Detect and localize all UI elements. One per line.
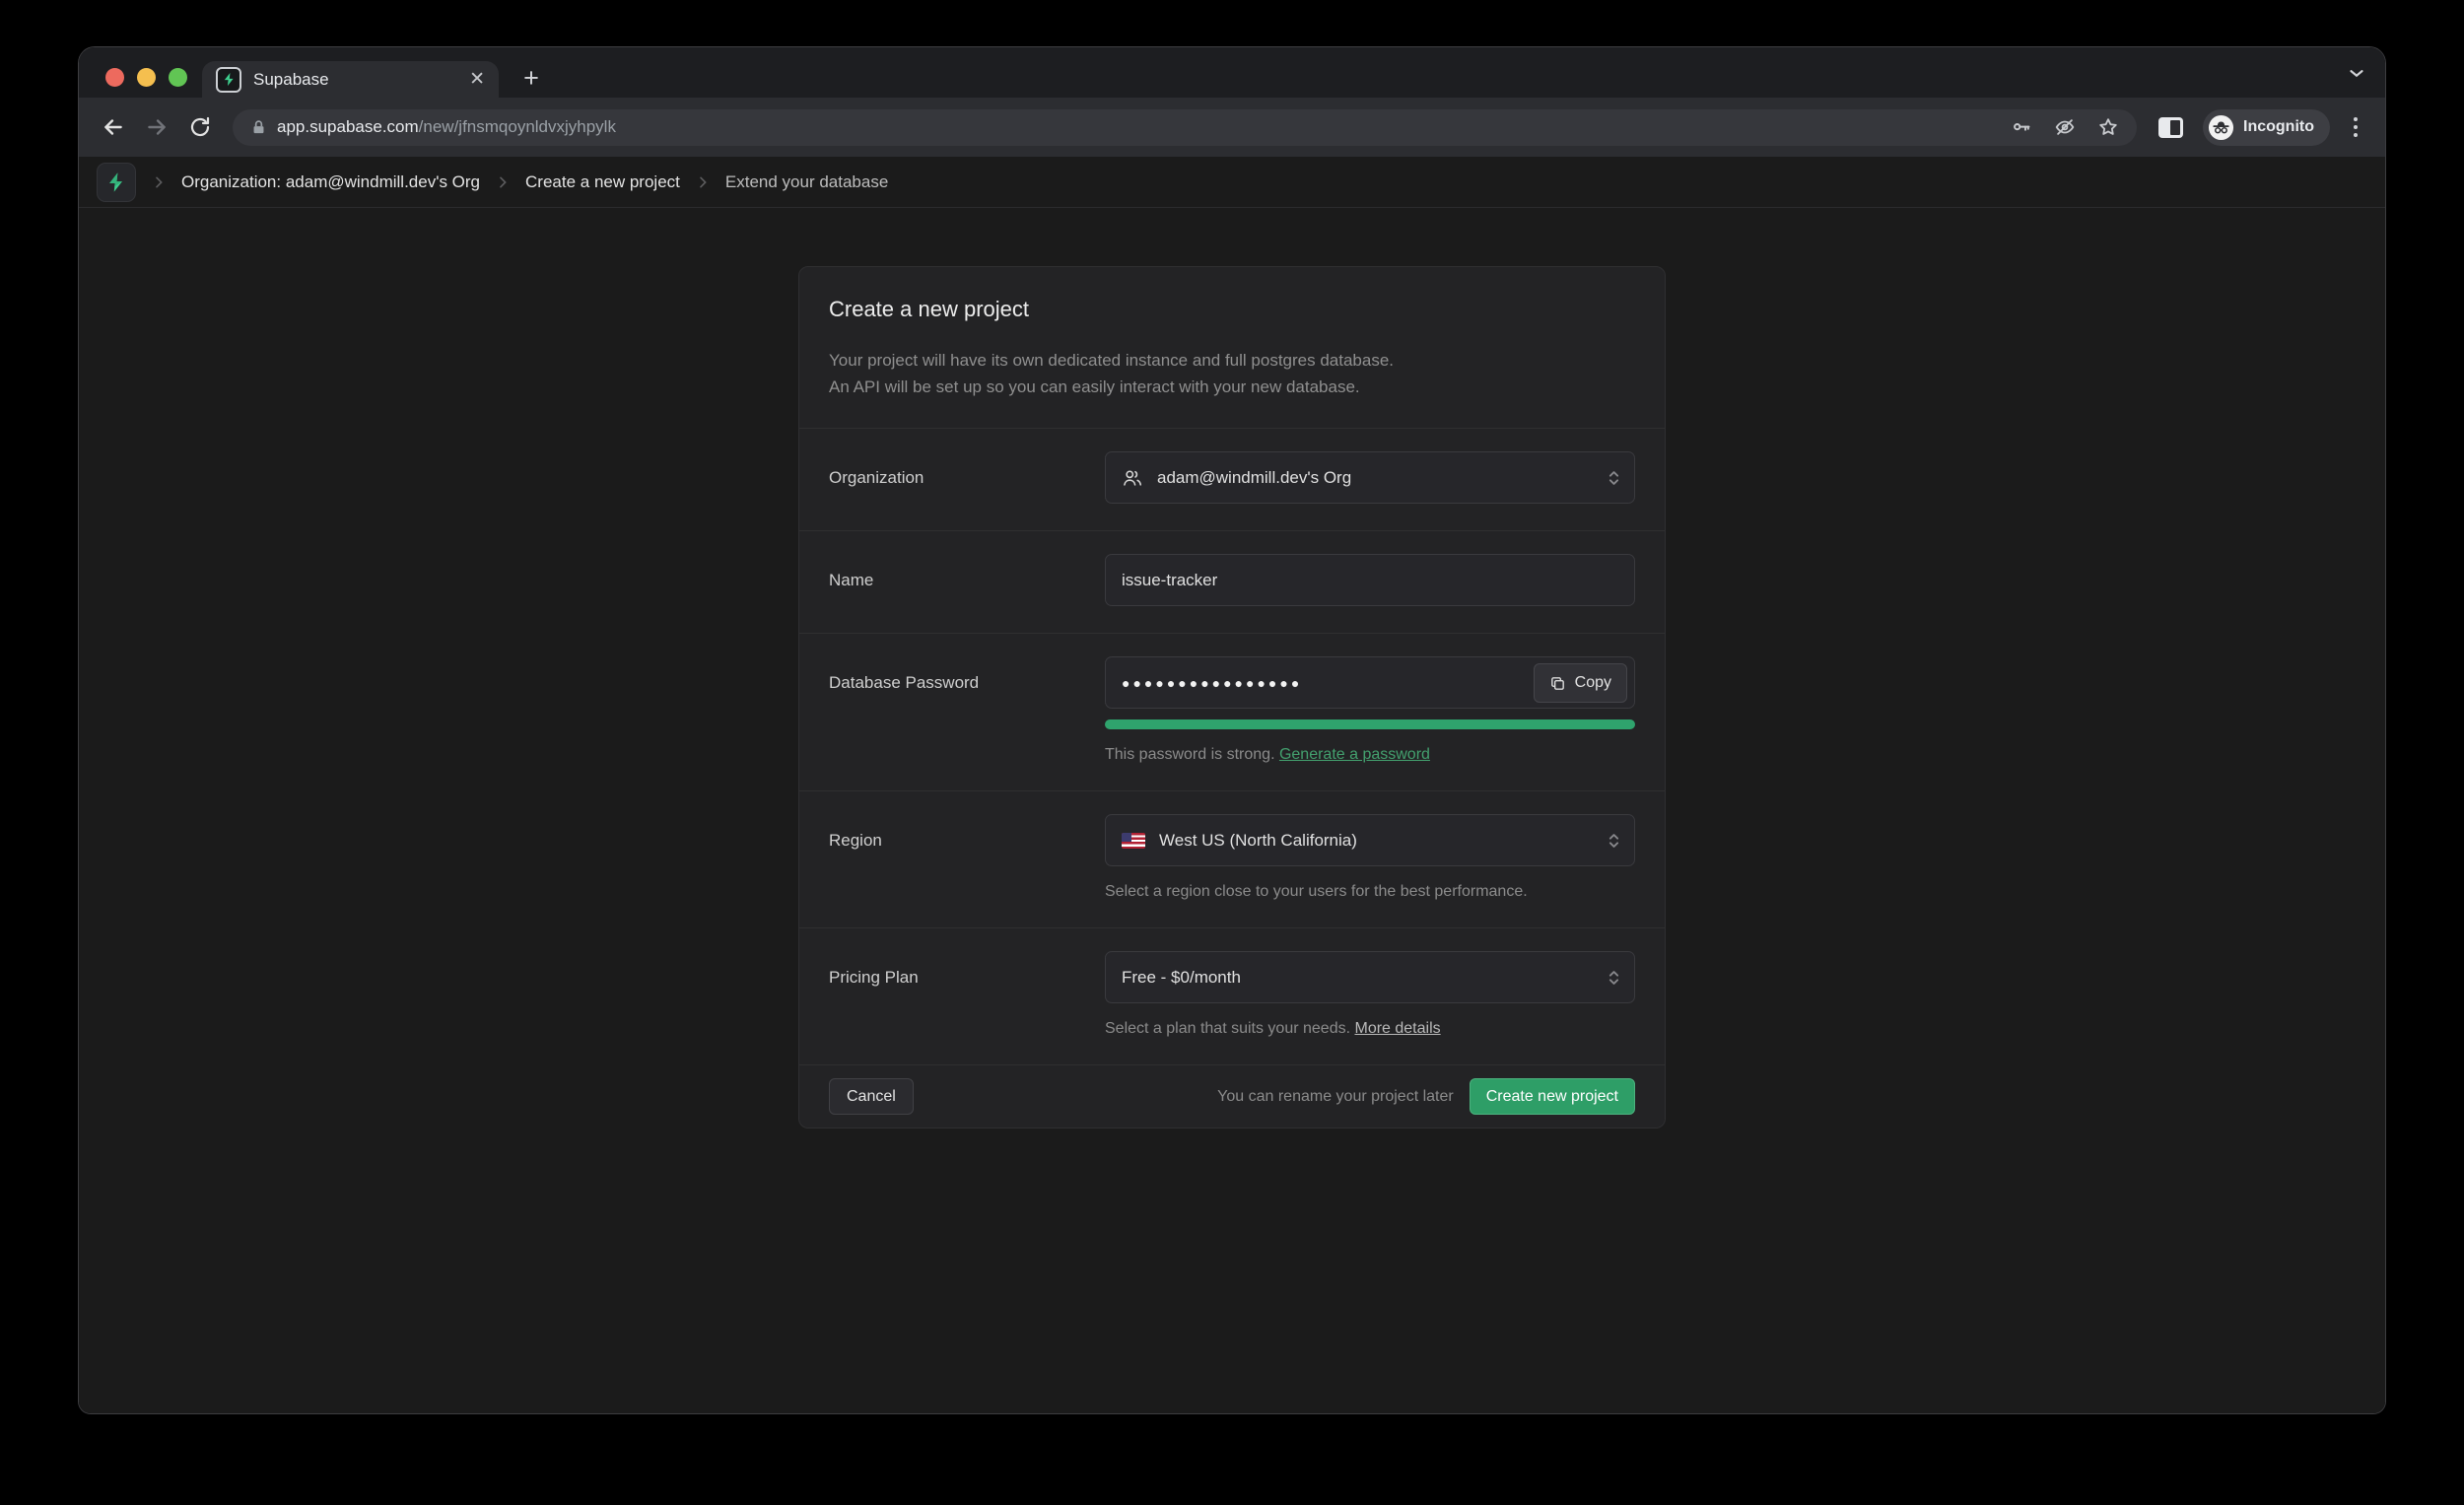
pricing-plan-value: Free - $0/month bbox=[1122, 968, 1618, 988]
browser-tab-supabase[interactable]: Supabase ✕ bbox=[202, 61, 499, 98]
close-window-button[interactable] bbox=[105, 68, 124, 87]
forward-button[interactable] bbox=[138, 108, 175, 146]
address-bar[interactable]: app.supabase.com/new/jfnsmqoynldvxjyhpyl… bbox=[233, 109, 2137, 146]
chevron-right-icon bbox=[495, 174, 511, 190]
organization-value: adam@windmill.dev's Org bbox=[1157, 468, 1618, 488]
breadcrumb-extend-database: Extend your database bbox=[725, 172, 888, 192]
create-new-project-button[interactable]: Create new project bbox=[1470, 1078, 1635, 1115]
cancel-button[interactable]: Cancel bbox=[829, 1078, 914, 1115]
password-strength-bar bbox=[1105, 719, 1635, 729]
incognito-label: Incognito bbox=[2243, 118, 2314, 136]
browser-window: Supabase ✕ + app.supabase.com/new/jfnsmq… bbox=[79, 47, 2385, 1413]
password-helper: This password is strong. Generate a pass… bbox=[1105, 746, 1635, 764]
database-password-input[interactable]: ●●●●●●●●●●●●●●●● Copy bbox=[1105, 656, 1635, 709]
organization-label: Organization bbox=[829, 451, 1105, 504]
bookmark-star-icon[interactable] bbox=[2097, 116, 2119, 138]
reload-button[interactable] bbox=[181, 108, 219, 146]
supabase-favicon-icon bbox=[216, 67, 241, 93]
page-content: Create a new project Your project will h… bbox=[79, 208, 2385, 1413]
chevron-right-icon bbox=[151, 174, 167, 190]
eye-off-icon[interactable] bbox=[2054, 116, 2076, 138]
back-button[interactable] bbox=[95, 108, 132, 146]
tab-close-icon[interactable]: ✕ bbox=[469, 70, 485, 89]
incognito-badge[interactable]: Incognito bbox=[2203, 109, 2330, 146]
browser-toolbar: app.supabase.com/new/jfnsmqoynldvxjyhpyl… bbox=[79, 98, 2385, 157]
breadcrumb-organization[interactable]: Organization: adam@windmill.dev's Org bbox=[181, 172, 480, 192]
users-icon bbox=[1122, 467, 1143, 489]
chevron-right-icon bbox=[695, 174, 711, 190]
supabase-logo-icon[interactable] bbox=[97, 163, 136, 202]
create-project-card: Create a new project Your project will h… bbox=[798, 266, 1666, 1129]
card-header: Create a new project Your project will h… bbox=[799, 267, 1665, 428]
minimize-window-button[interactable] bbox=[137, 68, 156, 87]
pricing-plan-helper: Select a plan that suits your needs. Mor… bbox=[1105, 1020, 1635, 1038]
region-row: Region West US (North California) Select… bbox=[799, 790, 1665, 927]
copy-password-button[interactable]: Copy bbox=[1534, 663, 1627, 703]
project-name-input[interactable]: issue-tracker bbox=[1105, 554, 1635, 606]
pricing-plan-select[interactable]: Free - $0/month bbox=[1105, 951, 1635, 1003]
card-footer: Cancel You can rename your project later… bbox=[799, 1064, 1665, 1128]
select-chevrons-icon bbox=[1607, 830, 1621, 852]
breadcrumb-create-project[interactable]: Create a new project bbox=[525, 172, 680, 192]
pricing-plan-label: Pricing Plan bbox=[829, 951, 1105, 1038]
copy-button-label: Copy bbox=[1575, 674, 1611, 692]
region-label: Region bbox=[829, 814, 1105, 901]
card-description: Your project will have its own dedicated… bbox=[829, 347, 1635, 400]
generate-password-link[interactable]: Generate a password bbox=[1279, 746, 1430, 763]
password-label: Database Password bbox=[829, 656, 1105, 764]
project-name-value: issue-tracker bbox=[1122, 571, 1618, 590]
breadcrumb: Organization: adam@windmill.dev's Org Cr… bbox=[79, 157, 2385, 208]
page-title: Create a new project bbox=[829, 297, 1635, 322]
us-flag-icon bbox=[1122, 833, 1145, 849]
traffic-lights bbox=[105, 68, 187, 87]
lock-icon bbox=[250, 119, 267, 136]
copy-icon bbox=[1549, 675, 1566, 692]
side-panel-icon[interactable] bbox=[2158, 117, 2183, 138]
select-chevrons-icon bbox=[1607, 467, 1621, 489]
pricing-plan-row: Pricing Plan Free - $0/month Select a pl… bbox=[799, 927, 1665, 1064]
name-label: Name bbox=[829, 554, 1105, 606]
select-chevrons-icon bbox=[1607, 967, 1621, 989]
region-value: West US (North California) bbox=[1159, 831, 1618, 851]
supabase-page: Organization: adam@windmill.dev's Org Cr… bbox=[79, 157, 2385, 1413]
incognito-spy-icon bbox=[2208, 114, 2234, 141]
tab-search-chevron-icon[interactable] bbox=[2346, 62, 2367, 84]
maximize-window-button[interactable] bbox=[169, 68, 187, 87]
password-row: Database Password ●●●●●●●●●●●●●●●● Copy … bbox=[799, 633, 1665, 790]
browser-menu-icon[interactable] bbox=[2342, 117, 2369, 137]
organization-row: Organization adam@windmill.dev's Org bbox=[799, 428, 1665, 530]
tab-title: Supabase bbox=[253, 70, 457, 90]
new-tab-button[interactable]: + bbox=[516, 65, 546, 92]
name-row: Name issue-tracker bbox=[799, 530, 1665, 633]
rename-note: You can rename your project later bbox=[1217, 1088, 1454, 1106]
tab-strip: Supabase ✕ + bbox=[79, 47, 2385, 98]
url-text: app.supabase.com/new/jfnsmqoynldvxjyhpyl… bbox=[277, 117, 2002, 137]
organization-select[interactable]: adam@windmill.dev's Org bbox=[1105, 451, 1635, 504]
more-details-link[interactable]: More details bbox=[1354, 1020, 1440, 1037]
region-select[interactable]: West US (North California) bbox=[1105, 814, 1635, 866]
region-helper: Select a region close to your users for … bbox=[1105, 883, 1635, 901]
password-key-icon[interactable] bbox=[2012, 117, 2032, 138]
